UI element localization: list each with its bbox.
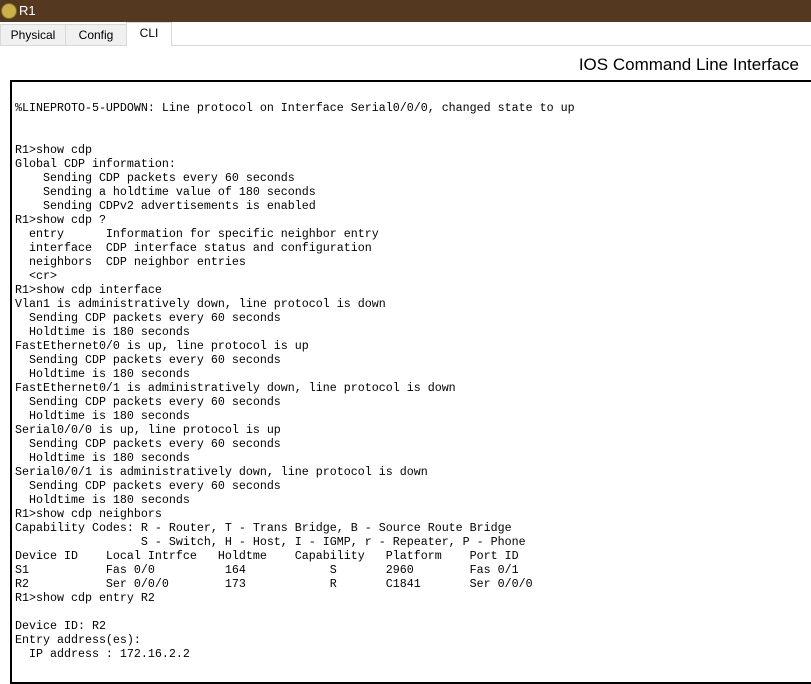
terminal-line: Holdtime is 180 seconds bbox=[15, 367, 190, 381]
page-title: IOS Command Line Interface bbox=[578, 55, 799, 74]
terminal-line: <cr> bbox=[15, 269, 57, 283]
terminal-line: %LINEPROTO-5-UPDOWN: Line protocol on In… bbox=[15, 101, 575, 115]
terminal-line: R1>show cdp interface bbox=[15, 283, 162, 297]
terminal-line: Sending CDP packets every 60 seconds bbox=[15, 437, 281, 451]
terminal-line: Sending CDP packets every 60 seconds bbox=[15, 311, 281, 325]
terminal-line: entry Information for specific neighbor … bbox=[15, 227, 379, 241]
cli-terminal[interactable]: %LINEPROTO-5-UPDOWN: Line protocol on In… bbox=[10, 80, 811, 684]
terminal-line: Sending CDP packets every 60 seconds bbox=[15, 171, 295, 185]
terminal-line: Global CDP information: bbox=[15, 157, 176, 171]
tab-cli[interactable]: CLI bbox=[126, 22, 172, 47]
terminal-line: Holdtime is 180 seconds bbox=[15, 493, 190, 507]
terminal-line: S - Switch, H - Host, I - IGMP, r - Repe… bbox=[15, 535, 526, 549]
terminal-line: Sending CDPv2 advertisements is enabled bbox=[15, 199, 316, 213]
terminal-line: interface CDP interface status and confi… bbox=[15, 241, 372, 255]
terminal-line: Device ID Local Intrfce Holdtme Capabili… bbox=[15, 549, 519, 563]
terminal-line: FastEthernet0/1 is administratively down… bbox=[15, 381, 456, 395]
window-title: R1 bbox=[19, 3, 36, 18]
terminal-line: FastEthernet0/0 is up, line protocol is … bbox=[15, 339, 309, 353]
terminal-line: Serial0/0/1 is administratively down, li… bbox=[15, 465, 428, 479]
terminal-line: R1>show cdp entry R2 bbox=[15, 591, 155, 605]
terminal-line: Device ID: R2 bbox=[15, 619, 106, 633]
terminal-line: Holdtime is 180 seconds bbox=[15, 451, 190, 465]
title-bar: R1 bbox=[0, 0, 811, 22]
terminal-line: Holdtime is 180 seconds bbox=[15, 409, 190, 423]
terminal-line: Sending CDP packets every 60 seconds bbox=[15, 353, 281, 367]
terminal-line: neighbors CDP neighbor entries bbox=[15, 255, 246, 269]
terminal-line: R1>show cdp bbox=[15, 143, 92, 157]
terminal-line: R1>show cdp ? bbox=[15, 213, 106, 227]
terminal-line: Holdtime is 180 seconds bbox=[15, 325, 190, 339]
terminal-line: R1>show cdp neighbors bbox=[15, 507, 162, 521]
terminal-output: %LINEPROTO-5-UPDOWN: Line protocol on In… bbox=[15, 101, 575, 661]
tab-bar: Physical Config CLI bbox=[0, 22, 811, 47]
tab-physical[interactable]: Physical bbox=[0, 24, 66, 46]
terminal-line: R2 Ser 0/0/0 173 R C1841 Ser 0/0/0 bbox=[15, 577, 533, 591]
terminal-line: Sending CDP packets every 60 seconds bbox=[15, 395, 281, 409]
terminal-line: Sending CDP packets every 60 seconds bbox=[15, 479, 281, 493]
terminal-line: IP address : 172.16.2.2 bbox=[15, 647, 190, 661]
terminal-line: S1 Fas 0/0 164 S 2960 Fas 0/1 bbox=[15, 563, 519, 577]
terminal-line: Serial0/0/0 is up, line protocol is up bbox=[15, 423, 281, 437]
router-icon bbox=[1, 3, 17, 19]
tab-config[interactable]: Config bbox=[65, 24, 127, 46]
terminal-line: Vlan1 is administratively down, line pro… bbox=[15, 297, 386, 311]
terminal-line: Entry address(es): bbox=[15, 633, 141, 647]
terminal-line: Sending a holdtime value of 180 seconds bbox=[15, 185, 316, 199]
terminal-line: Capability Codes: R - Router, T - Trans … bbox=[15, 521, 512, 535]
